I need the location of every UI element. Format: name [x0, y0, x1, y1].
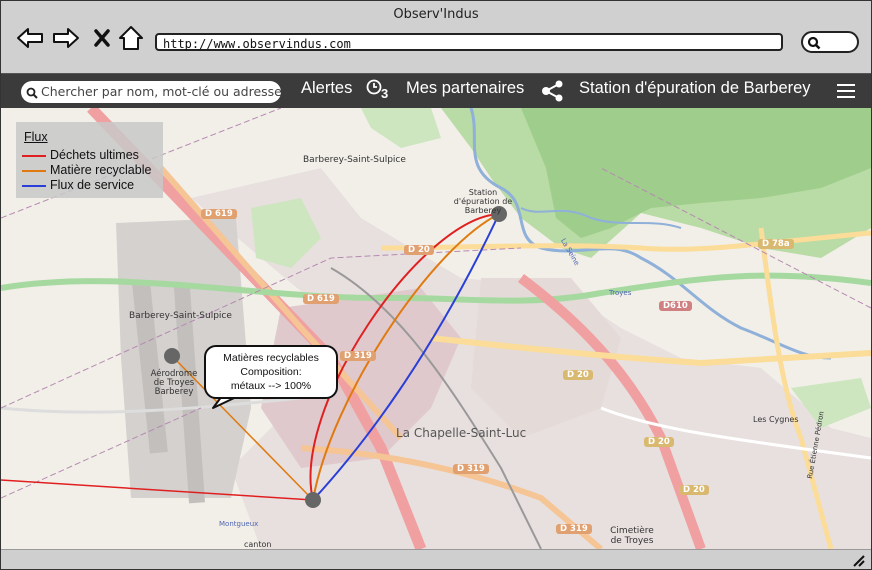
home-icon[interactable] [116, 23, 146, 53]
status-bar [1, 549, 871, 569]
legend-swatch [22, 185, 46, 187]
chapelle-node[interactable] [305, 492, 321, 508]
place-label: Troyes [609, 289, 632, 297]
place-label: Cimetière de Troyes [610, 526, 654, 546]
legend-title: Flux [24, 130, 48, 144]
aerodrome-node[interactable] [164, 348, 180, 364]
clock-icon [366, 79, 382, 95]
legend-swatch [22, 170, 46, 172]
road-label: D 319 [340, 351, 376, 361]
flux-legend: Flux Déchets ultimes Matière recyclable … [16, 122, 163, 198]
browser-titlebar: Observ'Indus http://www.observindus.com [1, 1, 871, 74]
place-label: Barberey-Saint-Sulpice [303, 155, 406, 165]
road-label: D 20 [404, 245, 434, 255]
close-x-icon[interactable] [87, 23, 117, 53]
road-label: D 78a [758, 239, 794, 249]
map-view[interactable]: Barberey-Saint-Sulpice Barberey-Saint-Su… [1, 108, 871, 549]
station-menu-item[interactable]: Station d'épuration de Barberey [579, 79, 811, 98]
callout-line: Matières recyclables [223, 352, 319, 364]
place-label: Barberey-Saint-Sulpice [129, 311, 232, 321]
partners-label: Mes partenaires [406, 79, 525, 97]
place-label: Aérodrome de Troyes Barberey [150, 369, 198, 397]
alerts-menu-item[interactable]: Alertes [301, 79, 352, 98]
window-title: Observ'Indus [393, 7, 479, 22]
place-label: Station d'épuration de Barberey [453, 188, 513, 215]
legend-label: Matière recyclable [50, 163, 152, 177]
hamburger-menu-icon[interactable] [835, 81, 857, 101]
callout-line: Composition: [240, 366, 302, 378]
forward-arrow-icon[interactable] [51, 23, 81, 53]
road-label: D 319 [453, 464, 489, 474]
place-label: Montgueux [219, 520, 259, 528]
road-label: D 319 [556, 524, 592, 534]
road-label: D 619 [201, 209, 237, 219]
place-label: canton [244, 540, 272, 549]
info-callout: Matières recyclables Composition: métaux… [204, 345, 338, 399]
callout-line: métaux --> 100% [230, 380, 312, 392]
road-label: D 20 [679, 485, 709, 495]
legend-item: Flux de service [22, 178, 162, 192]
station-label: Station d'épuration de Barberey [579, 79, 811, 97]
road-label: D 20 [644, 437, 674, 447]
road-label: D 20 [563, 370, 593, 380]
legend-label: Flux de service [50, 178, 135, 192]
back-arrow-icon[interactable] [15, 23, 45, 53]
map-search-input[interactable]: Chercher par nom, mot-clé ou adresse [21, 81, 282, 103]
partners-menu-item[interactable]: Mes partenaires [406, 79, 524, 98]
share-icon [542, 80, 563, 102]
place-label: La Chapelle-Saint-Luc [396, 426, 527, 440]
search-icon [807, 36, 821, 50]
browser-window: Observ'Indus http://www.observindus.com … [0, 0, 872, 570]
legend-item: Matière recyclable [22, 163, 162, 177]
alerts-count-badge: 3 [381, 86, 389, 101]
address-bar[interactable]: http://www.observindus.com [155, 33, 783, 51]
app-menubar: Chercher par nom, mot-clé ou adresse Ale… [1, 74, 871, 108]
legend-label: Déchets ultimes [50, 148, 139, 162]
alerts-label: Alertes [301, 79, 353, 97]
legend-item: Déchets ultimes [22, 148, 162, 162]
road-label: D610 [659, 301, 692, 311]
legend-swatch [22, 155, 46, 157]
resize-grip-icon[interactable] [851, 553, 865, 567]
road-label: D 619 [303, 294, 339, 304]
browser-search-field[interactable] [801, 31, 859, 53]
place-label: Les Cygnes [753, 415, 799, 424]
search-icon [26, 87, 38, 99]
